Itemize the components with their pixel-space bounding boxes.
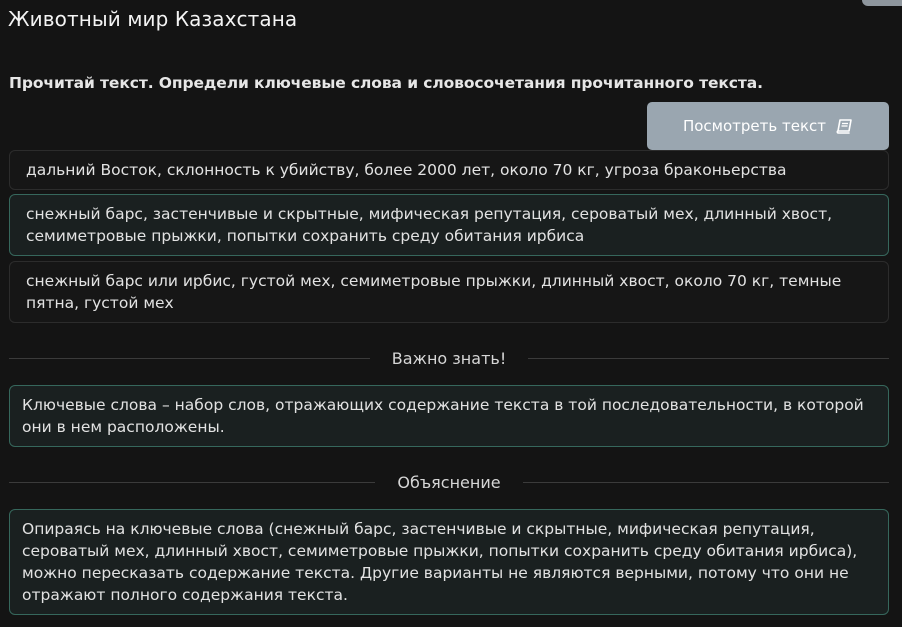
explanation-divider: Объяснение	[9, 471, 890, 493]
book-icon	[836, 118, 852, 134]
view-text-button-label: Посмотреть текст	[682, 117, 827, 135]
view-text-button[interactable]: Посмотреть текст	[647, 102, 889, 150]
top-corner-tab[interactable]	[862, 0, 902, 6]
divider-line	[522, 481, 890, 483]
important-box: Ключевые слова – набор слов, отражающих …	[9, 385, 889, 447]
answer-option-3[interactable]: снежный барс или ирбис, густой мех, семи…	[9, 261, 889, 323]
answer-option-2[interactable]: снежный барс, застенчивые и скрытные, ми…	[9, 194, 889, 256]
page-title: Животный мир Казахстана	[8, 7, 298, 31]
task-instruction: Прочитай текст. Определи ключевые слова …	[9, 74, 763, 92]
answer-option-text: снежный барс или ирбис, густой мех, семи…	[26, 272, 842, 312]
answer-option-text: снежный барс, застенчивые и скрытные, ми…	[26, 205, 833, 245]
answer-option-text: дальний Восток, склонность к убийству, б…	[26, 161, 787, 179]
explanation-box: Опираясь на ключевые слова (снежный барс…	[9, 509, 889, 615]
lesson-page: Животный мир Казахстана Прочитай текст. …	[0, 0, 902, 627]
answer-option-1[interactable]: дальний Восток, склонность к убийству, б…	[9, 150, 889, 190]
important-text: Ключевые слова – набор слов, отражающих …	[22, 396, 864, 436]
divider-line	[9, 481, 376, 483]
important-heading: Важно знать!	[391, 348, 507, 368]
explanation-heading: Объяснение	[397, 472, 501, 492]
explanation-text: Опираясь на ключевые слова (снежный барс…	[22, 520, 858, 604]
divider-line	[528, 357, 889, 359]
divider-line	[9, 357, 370, 359]
important-divider: Важно знать!	[9, 347, 889, 369]
